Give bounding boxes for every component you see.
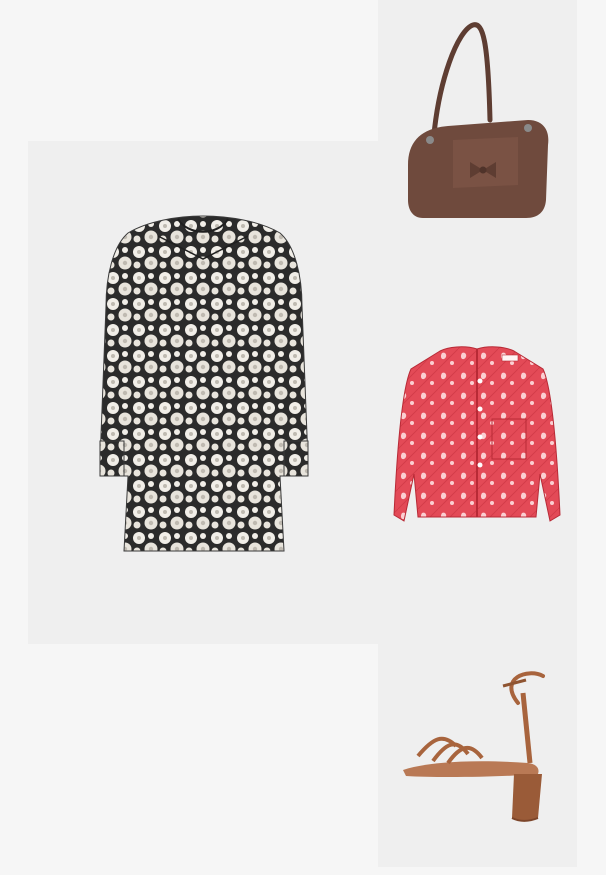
tan-strappy-block-heel-sandal-image bbox=[403, 671, 545, 822]
red-quilted-jacket-image bbox=[393, 346, 561, 522]
brown-shoulder-bag-image bbox=[408, 22, 549, 218]
product-tile-jacket[interactable] bbox=[378, 289, 577, 578]
product-tile-sandal[interactable] bbox=[378, 578, 577, 867]
floral-print-dress-image bbox=[99, 215, 309, 552]
product-tile-dress[interactable] bbox=[28, 141, 378, 644]
product-tile-bag[interactable] bbox=[378, 0, 577, 289]
